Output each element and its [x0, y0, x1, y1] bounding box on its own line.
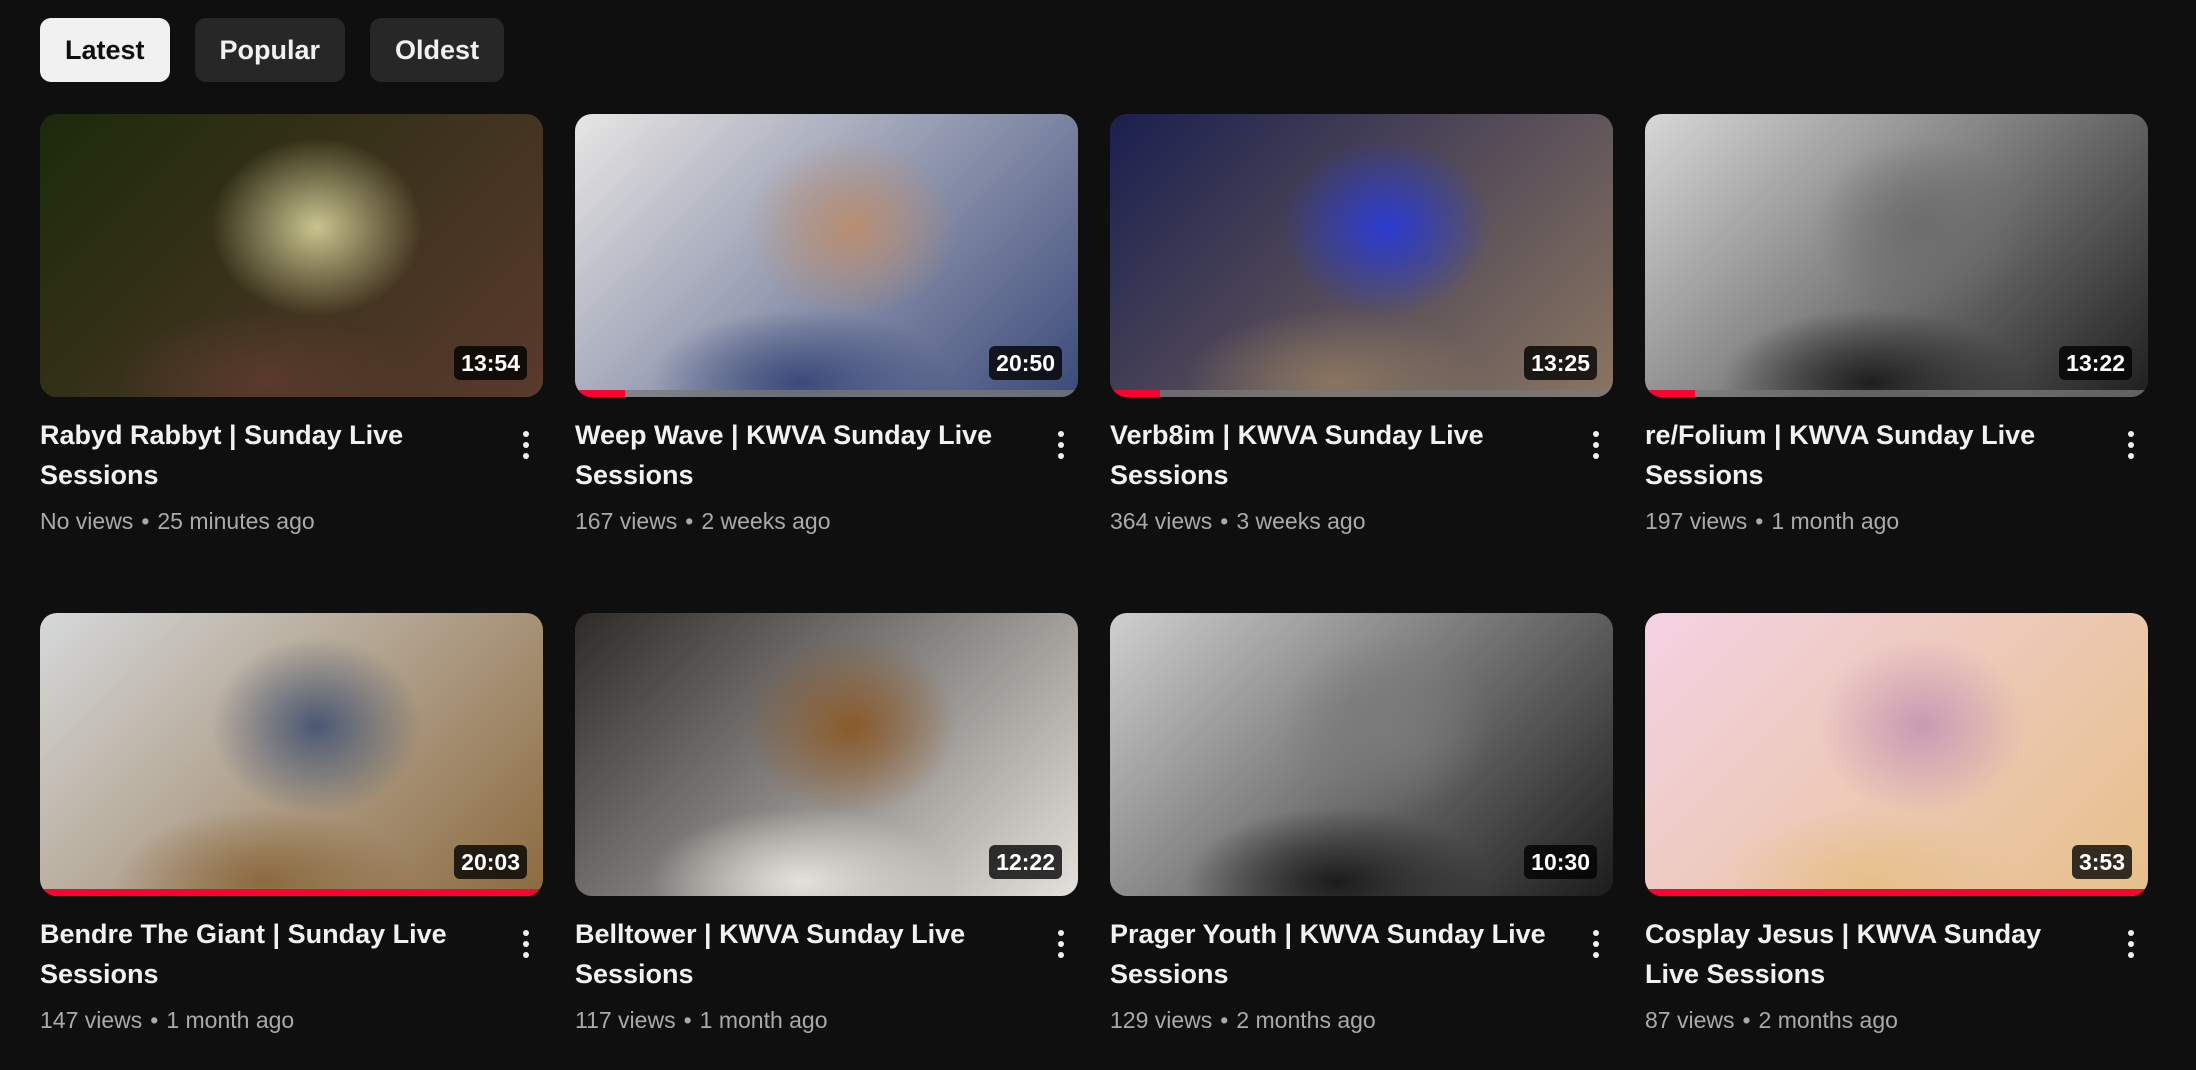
- video-thumbnail[interactable]: 13:54: [40, 114, 543, 397]
- more-vert-icon[interactable]: [1044, 924, 1078, 964]
- separator-dot: •: [1220, 508, 1229, 534]
- video-meta: Bendre The Giant | Sunday Live Sessions …: [40, 896, 543, 1036]
- separator-dot: •: [1220, 1007, 1229, 1033]
- video-grid: 13:54 Rabyd Rabbyt | Sunday Live Session…: [40, 114, 2148, 1070]
- video-stats: 197 views • 1 month ago: [1645, 505, 2098, 537]
- video-meta: re/Folium | KWVA Sunday Live Sessions 19…: [1645, 397, 2148, 537]
- watch-progress-bar: [1645, 390, 2148, 397]
- video-title[interactable]: re/Folium | KWVA Sunday Live Sessions: [1645, 415, 2098, 495]
- video-stats: 87 views • 2 months ago: [1645, 1004, 2098, 1036]
- separator-dot: •: [1755, 508, 1764, 534]
- view-count: No views: [40, 508, 134, 534]
- video-meta: Belltower | KWVA Sunday Live Sessions 11…: [575, 896, 1078, 1036]
- video-stats: 117 views • 1 month ago: [575, 1004, 1028, 1036]
- video-thumbnail[interactable]: 13:25: [1110, 114, 1613, 397]
- video-title[interactable]: Cosplay Jesus | KWVA Sunday Live Session…: [1645, 914, 2098, 994]
- video-title[interactable]: Prager Youth | KWVA Sunday Live Sessions: [1110, 914, 1563, 994]
- video-card[interactable]: 10:30 Prager Youth | KWVA Sunday Live Se…: [1110, 613, 1613, 1070]
- upload-age: 1 month ago: [166, 1007, 295, 1033]
- upload-age: 1 month ago: [699, 1007, 828, 1033]
- watch-progress-fill: [1645, 390, 1696, 397]
- view-count: 167 views: [575, 508, 678, 534]
- video-card[interactable]: 13:25 Verb8im | KWVA Sunday Live Session…: [1110, 114, 1613, 613]
- chip-latest[interactable]: Latest: [40, 18, 170, 82]
- view-count: 117 views: [575, 1007, 676, 1033]
- video-meta: Prager Youth | KWVA Sunday Live Sessions…: [1110, 896, 1613, 1036]
- upload-age: 2 months ago: [1236, 1007, 1376, 1033]
- more-vert-icon[interactable]: [509, 425, 543, 465]
- watch-progress-fill: [40, 889, 543, 896]
- chip-oldest[interactable]: Oldest: [370, 18, 505, 82]
- video-thumbnail[interactable]: 13:22: [1645, 114, 2148, 397]
- watch-progress-fill: [1645, 889, 2148, 896]
- watch-progress-bar: [1645, 889, 2148, 896]
- upload-age: 3 weeks ago: [1236, 508, 1366, 534]
- video-title[interactable]: Verb8im | KWVA Sunday Live Sessions: [1110, 415, 1563, 495]
- duration-badge: 20:03: [454, 845, 527, 879]
- video-card[interactable]: 13:54 Rabyd Rabbyt | Sunday Live Session…: [40, 114, 543, 613]
- duration-badge: 13:25: [1524, 346, 1597, 380]
- duration-badge: 13:22: [2059, 346, 2132, 380]
- video-thumbnail[interactable]: 20:50: [575, 114, 1078, 397]
- watch-progress-fill: [1110, 390, 1161, 397]
- duration-badge: 20:50: [989, 346, 1062, 380]
- view-count: 147 views: [40, 1007, 143, 1033]
- video-thumbnail[interactable]: 12:22: [575, 613, 1078, 896]
- video-stats: 147 views • 1 month ago: [40, 1004, 493, 1036]
- view-count: 197 views: [1645, 508, 1748, 534]
- video-card[interactable]: 20:03 Bendre The Giant | Sunday Live Ses…: [40, 613, 543, 1070]
- view-count: 87 views: [1645, 1007, 1735, 1033]
- separator-dot: •: [683, 1007, 692, 1033]
- video-thumbnail[interactable]: 20:03: [40, 613, 543, 896]
- more-vert-icon[interactable]: [2114, 425, 2148, 465]
- view-count: 129 views: [1110, 1007, 1213, 1033]
- upload-age: 2 weeks ago: [701, 508, 831, 534]
- video-stats: No views • 25 minutes ago: [40, 505, 493, 537]
- video-thumbnail[interactable]: 3:53: [1645, 613, 2148, 896]
- duration-badge: 10:30: [1524, 845, 1597, 879]
- video-stats: 364 views • 3 weeks ago: [1110, 505, 1563, 537]
- video-meta: Rabyd Rabbyt | Sunday Live Sessions No v…: [40, 397, 543, 537]
- more-vert-icon[interactable]: [1579, 425, 1613, 465]
- watch-progress-bar: [40, 889, 543, 896]
- separator-dot: •: [150, 1007, 159, 1033]
- video-card[interactable]: 3:53 Cosplay Jesus | KWVA Sunday Live Se…: [1645, 613, 2148, 1070]
- more-vert-icon[interactable]: [2114, 924, 2148, 964]
- duration-badge: 13:54: [454, 346, 527, 380]
- watch-progress-bar: [575, 390, 1078, 397]
- separator-dot: •: [1742, 1007, 1751, 1033]
- channel-videos-page: Latest Popular Oldest 13:54 Rabyd Rabbyt…: [0, 0, 2196, 1070]
- video-thumbnail[interactable]: 10:30: [1110, 613, 1613, 896]
- video-title[interactable]: Bendre The Giant | Sunday Live Sessions: [40, 914, 493, 994]
- video-card[interactable]: 12:22 Belltower | KWVA Sunday Live Sessi…: [575, 613, 1078, 1070]
- duration-badge: 3:53: [2071, 845, 2132, 879]
- video-meta: Verb8im | KWVA Sunday Live Sessions 364 …: [1110, 397, 1613, 537]
- duration-badge: 12:22: [989, 845, 1062, 879]
- more-vert-icon[interactable]: [509, 924, 543, 964]
- watch-progress-fill: [575, 390, 626, 397]
- video-meta: Cosplay Jesus | KWVA Sunday Live Session…: [1645, 896, 2148, 1036]
- video-stats: 167 views • 2 weeks ago: [575, 505, 1028, 537]
- separator-dot: •: [141, 508, 150, 534]
- video-stats: 129 views • 2 months ago: [1110, 1004, 1563, 1036]
- watch-progress-bar: [1110, 390, 1613, 397]
- upload-age: 2 months ago: [1758, 1007, 1898, 1033]
- video-title[interactable]: Rabyd Rabbyt | Sunday Live Sessions: [40, 415, 493, 495]
- separator-dot: •: [685, 508, 694, 534]
- video-card[interactable]: 13:22 re/Folium | KWVA Sunday Live Sessi…: [1645, 114, 2148, 613]
- chip-popular[interactable]: Popular: [194, 18, 346, 82]
- more-vert-icon[interactable]: [1044, 425, 1078, 465]
- video-title[interactable]: Belltower | KWVA Sunday Live Sessions: [575, 914, 1028, 994]
- sort-chips: Latest Popular Oldest: [40, 18, 505, 82]
- video-card[interactable]: 20:50 Weep Wave | KWVA Sunday Live Sessi…: [575, 114, 1078, 613]
- more-vert-icon[interactable]: [1579, 924, 1613, 964]
- video-meta: Weep Wave | KWVA Sunday Live Sessions 16…: [575, 397, 1078, 537]
- upload-age: 1 month ago: [1771, 508, 1900, 534]
- view-count: 364 views: [1110, 508, 1213, 534]
- video-title[interactable]: Weep Wave | KWVA Sunday Live Sessions: [575, 415, 1028, 495]
- upload-age: 25 minutes ago: [157, 508, 315, 534]
